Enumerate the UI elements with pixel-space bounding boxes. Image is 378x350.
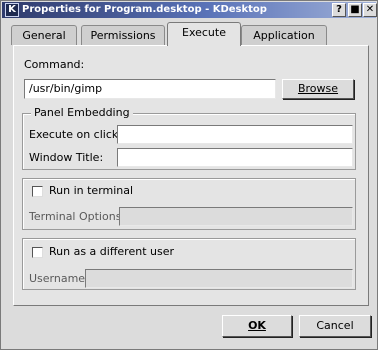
kde-app-icon[interactable]: K	[5, 3, 19, 17]
tab-permissions-label: Permissions	[90, 29, 156, 42]
cancel-button[interactable]: Cancel	[299, 315, 371, 337]
title-bar[interactable]: K Properties for Program.desktop - KDesk…	[2, 2, 377, 18]
close-button[interactable]: ✕	[363, 3, 377, 17]
cancel-button-label: Cancel	[316, 319, 354, 332]
tab-application-label: Application	[253, 29, 315, 42]
run-as-user-checkbox[interactable]	[32, 247, 43, 258]
run-in-terminal-label[interactable]: Run in terminal	[49, 184, 133, 197]
terminal-options-label: Terminal Options	[29, 210, 122, 223]
window-title-label: Window Title:	[29, 151, 104, 164]
execute-on-click-label: Execute on click:	[29, 128, 122, 141]
panel-embedding-title: Panel Embedding	[31, 106, 133, 119]
username-label: Username	[29, 272, 86, 285]
help-button[interactable]: ?	[332, 3, 346, 17]
tab-general[interactable]: General	[11, 25, 77, 45]
window-title: Properties for Program.desktop - KDeskto…	[22, 4, 267, 15]
ok-button[interactable]: OK	[222, 315, 292, 337]
tab-execute[interactable]: Execute	[167, 22, 241, 46]
tab-execute-label: Execute	[182, 26, 226, 39]
panel-embedding-group: Panel Embedding Execute on click: Window…	[22, 106, 356, 170]
username-input[interactable]	[85, 269, 353, 288]
command-label: Command:	[24, 58, 85, 71]
terminal-options-input[interactable]	[119, 207, 353, 226]
properties-dialog: K Properties for Program.desktop - KDesk…	[0, 0, 378, 350]
command-input[interactable]: /usr/bin/gimp	[24, 79, 276, 99]
terminal-group: Run in terminal Terminal Options	[22, 178, 356, 230]
user-group: Run as a different user Username	[22, 238, 356, 290]
tab-general-label: General	[22, 29, 66, 42]
window-title-input[interactable]	[117, 148, 353, 167]
execute-on-click-input[interactable]	[117, 125, 353, 144]
run-as-user-label[interactable]: Run as a different user	[49, 245, 174, 258]
execute-panel: Command: /usr/bin/gimp Browse Panel Embe…	[13, 45, 369, 306]
browse-button-label: Browse	[297, 82, 339, 95]
browse-button[interactable]: Browse	[282, 79, 354, 99]
run-in-terminal-checkbox[interactable]	[32, 186, 43, 197]
ok-button-label: OK	[248, 319, 266, 332]
tab-permissions[interactable]: Permissions	[81, 25, 165, 45]
tab-application[interactable]: Application	[241, 25, 327, 45]
minimize-button[interactable]: ■	[348, 3, 362, 17]
